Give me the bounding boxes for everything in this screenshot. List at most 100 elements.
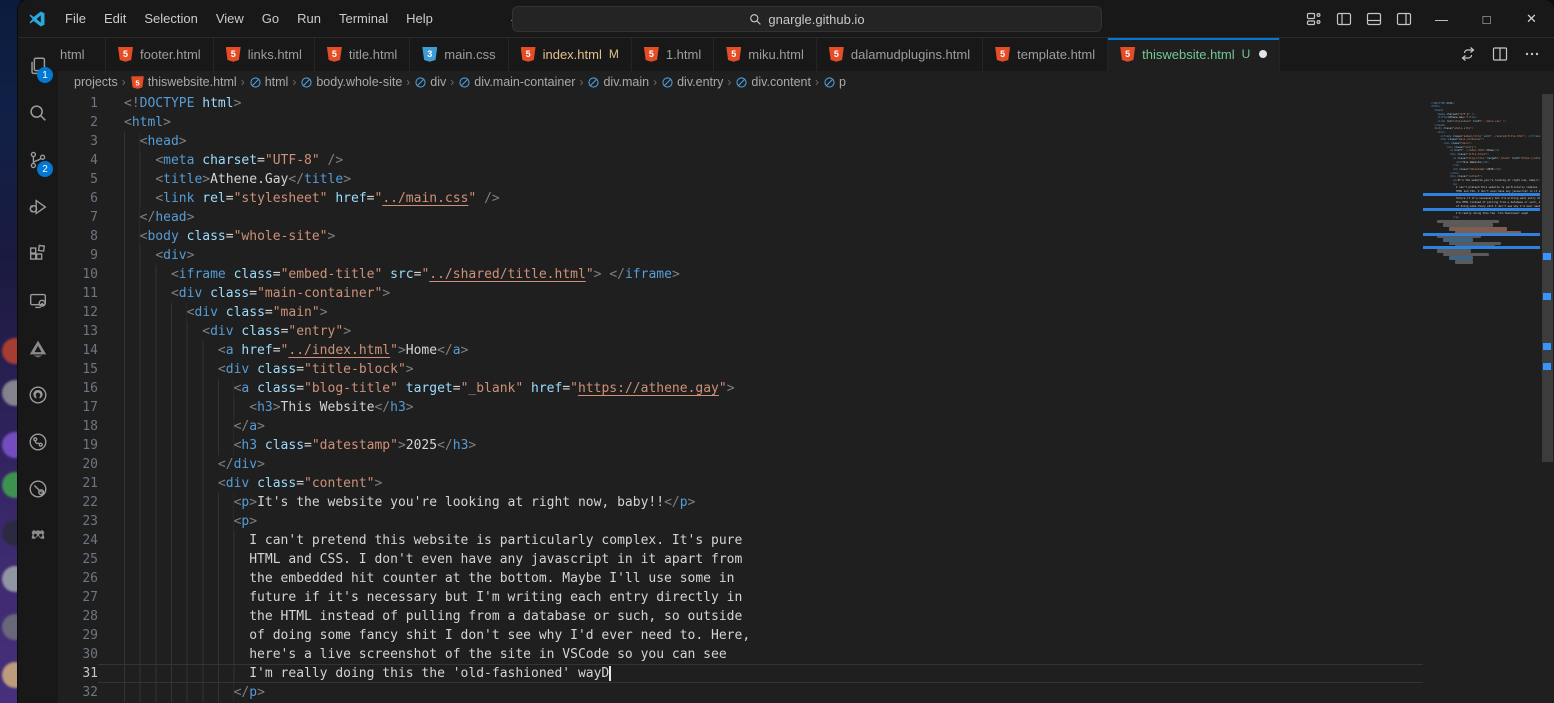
code-line[interactable]: 5 <title>Athene.Gay</title> (58, 170, 1423, 189)
code-line[interactable]: 2<html> (58, 113, 1423, 132)
more-actions-icon[interactable] (1518, 42, 1546, 66)
code-line[interactable]: 28 the HTML instead of pulling from a da… (58, 607, 1423, 626)
menu-view[interactable]: View (207, 7, 253, 30)
code-line[interactable]: 7 </head> (58, 208, 1423, 227)
breadcrumb-item-div-content[interactable]: div.content (735, 75, 811, 89)
line-number[interactable]: 13 (58, 322, 98, 341)
code-line[interactable]: 13 <div class="entry"> (58, 322, 1423, 341)
customize-layout-icon[interactable] (1299, 6, 1329, 32)
activity-godot-tools-icon[interactable] (18, 514, 58, 558)
maximize-button[interactable]: □ (1464, 0, 1509, 38)
code-line[interactable]: 3 <head> (58, 132, 1423, 151)
line-number[interactable]: 2 (58, 113, 98, 132)
scrollbar-slider[interactable] (1542, 94, 1553, 462)
unsaved-dot-icon[interactable] (1259, 50, 1267, 58)
activity-commit-graph-icon[interactable] (18, 420, 58, 464)
activity-search-icon[interactable] (18, 91, 58, 135)
breadcrumb-item-div[interactable]: div (414, 75, 446, 89)
minimap[interactable]: <!DOCTYPE html><html> <head> <meta chars… (1423, 94, 1540, 703)
line-number[interactable]: 14 (58, 341, 98, 360)
breadcrumb-item-div-main[interactable]: div.main (587, 75, 649, 89)
line-number[interactable]: 20 (58, 455, 98, 474)
toggle-secondary-sidebar-icon[interactable] (1389, 6, 1419, 32)
code-line[interactable]: 23 <p> (58, 512, 1423, 531)
code-line[interactable]: 14 <a href="../index.html">Home</a> (58, 341, 1423, 360)
menu-run[interactable]: Run (288, 7, 330, 30)
line-number[interactable]: 7 (58, 208, 98, 227)
code-line[interactable]: 26 the embedded hit counter at the botto… (58, 569, 1423, 588)
line-number[interactable]: 17 (58, 398, 98, 417)
code-line[interactable]: 17 <h3>This Website</h3> (58, 398, 1423, 417)
command-center-search[interactable]: gnargle.github.io (512, 6, 1102, 32)
tab-index-html[interactable]: 5index.htmlM (509, 38, 632, 71)
line-number[interactable]: 8 (58, 227, 98, 246)
tab-miku-html[interactable]: 5miku.html (714, 38, 817, 71)
line-number[interactable]: 24 (58, 531, 98, 550)
open-changes-icon[interactable] (1454, 42, 1482, 66)
tab-html[interactable]: html (58, 38, 106, 71)
minimize-button[interactable]: — (1419, 0, 1464, 38)
breadcrumb-item-p[interactable]: p (823, 75, 846, 89)
line-number[interactable]: 28 (58, 607, 98, 626)
activity-gitlens-icon[interactable] (18, 467, 58, 511)
tab-thiswebsite-html[interactable]: 5thiswebsite.htmlU (1108, 38, 1280, 71)
code-area[interactable]: 1<!DOCTYPE html>2<html>3 <head>4 <meta c… (58, 94, 1423, 703)
activity-remote-explorer-icon[interactable] (18, 279, 58, 323)
menu-file[interactable]: File (56, 7, 95, 30)
code-line[interactable]: 15 <div class="title-block"> (58, 360, 1423, 379)
breadcrumb-item-div-main-container[interactable]: div.main-container (458, 75, 575, 89)
line-number[interactable]: 6 (58, 189, 98, 208)
line-number[interactable]: 4 (58, 151, 98, 170)
activity-source-control-icon[interactable]: 2 (18, 138, 58, 182)
menu-terminal[interactable]: Terminal (330, 7, 397, 30)
breadcrumb-item-html[interactable]: html (249, 75, 289, 89)
close-button[interactable]: ✕ (1509, 0, 1554, 38)
code-line[interactable]: 12 <div class="main"> (58, 303, 1423, 322)
code-line[interactable]: 6 <link rel="stylesheet" href="../main.c… (58, 189, 1423, 208)
code-line[interactable]: 18 </a> (58, 417, 1423, 436)
line-number[interactable]: 18 (58, 417, 98, 436)
tab-links-html[interactable]: 5links.html (214, 38, 315, 71)
line-number[interactable]: 30 (58, 645, 98, 664)
line-number[interactable]: 3 (58, 132, 98, 151)
code-line[interactable]: 25 HTML and CSS. I don't even have any j… (58, 550, 1423, 569)
line-number[interactable]: 12 (58, 303, 98, 322)
activity-github-icon[interactable] (18, 373, 58, 417)
code-line[interactable]: 32 </p> (58, 683, 1423, 702)
code-line[interactable]: 1<!DOCTYPE html> (58, 94, 1423, 113)
line-number[interactable]: 15 (58, 360, 98, 379)
tab-template-html[interactable]: 5template.html (983, 38, 1108, 71)
tab-dalamudplugins-html[interactable]: 5dalamudplugins.html (817, 38, 983, 71)
tab-title-html[interactable]: 5title.html (315, 38, 410, 71)
breadcrumb-item-thiswebsite-html[interactable]: 5thiswebsite.html (130, 75, 237, 90)
tab-footer-html[interactable]: 5footer.html (106, 38, 214, 71)
code-line[interactable]: 27 future if it's necessary but I'm writ… (58, 588, 1423, 607)
code-line[interactable]: 20 </div> (58, 455, 1423, 474)
code-line[interactable]: 31 I'm really doing this the 'old-fashio… (58, 664, 1423, 683)
line-number[interactable]: 23 (58, 512, 98, 531)
code-line[interactable]: 19 <h3 class="datestamp">2025</h3> (58, 436, 1423, 455)
line-number[interactable]: 9 (58, 246, 98, 265)
line-number[interactable]: 10 (58, 265, 98, 284)
line-number[interactable]: 25 (58, 550, 98, 569)
menu-edit[interactable]: Edit (95, 7, 135, 30)
line-number[interactable]: 22 (58, 493, 98, 512)
line-number[interactable]: 19 (58, 436, 98, 455)
line-number[interactable]: 31 (58, 664, 98, 683)
toggle-primary-sidebar-icon[interactable] (1329, 6, 1359, 32)
code-line[interactable]: 4 <meta charset="UTF-8" /> (58, 151, 1423, 170)
breadcrumb-item-body-whole-site[interactable]: body.whole-site (300, 75, 402, 89)
tab-1-html[interactable]: 51.html (632, 38, 714, 71)
code-line[interactable]: 24 I can't pretend this website is parti… (58, 531, 1423, 550)
split-editor-icon[interactable] (1486, 42, 1514, 66)
activity-explorer-icon[interactable]: 1 (18, 44, 58, 88)
breadcrumb-item-projects[interactable]: projects (74, 75, 118, 89)
code-line[interactable]: 29 of doing some fancy shit I don't see … (58, 626, 1423, 645)
toggle-panel-icon[interactable] (1359, 6, 1389, 32)
code-line[interactable]: 11 <div class="main-container"> (58, 284, 1423, 303)
line-number[interactable]: 21 (58, 474, 98, 493)
code-line[interactable]: 8 <body class="whole-site"> (58, 227, 1423, 246)
code-line[interactable]: 16 <a class="blog-title" target="_blank"… (58, 379, 1423, 398)
menu-selection[interactable]: Selection (135, 7, 206, 30)
line-number[interactable]: 29 (58, 626, 98, 645)
